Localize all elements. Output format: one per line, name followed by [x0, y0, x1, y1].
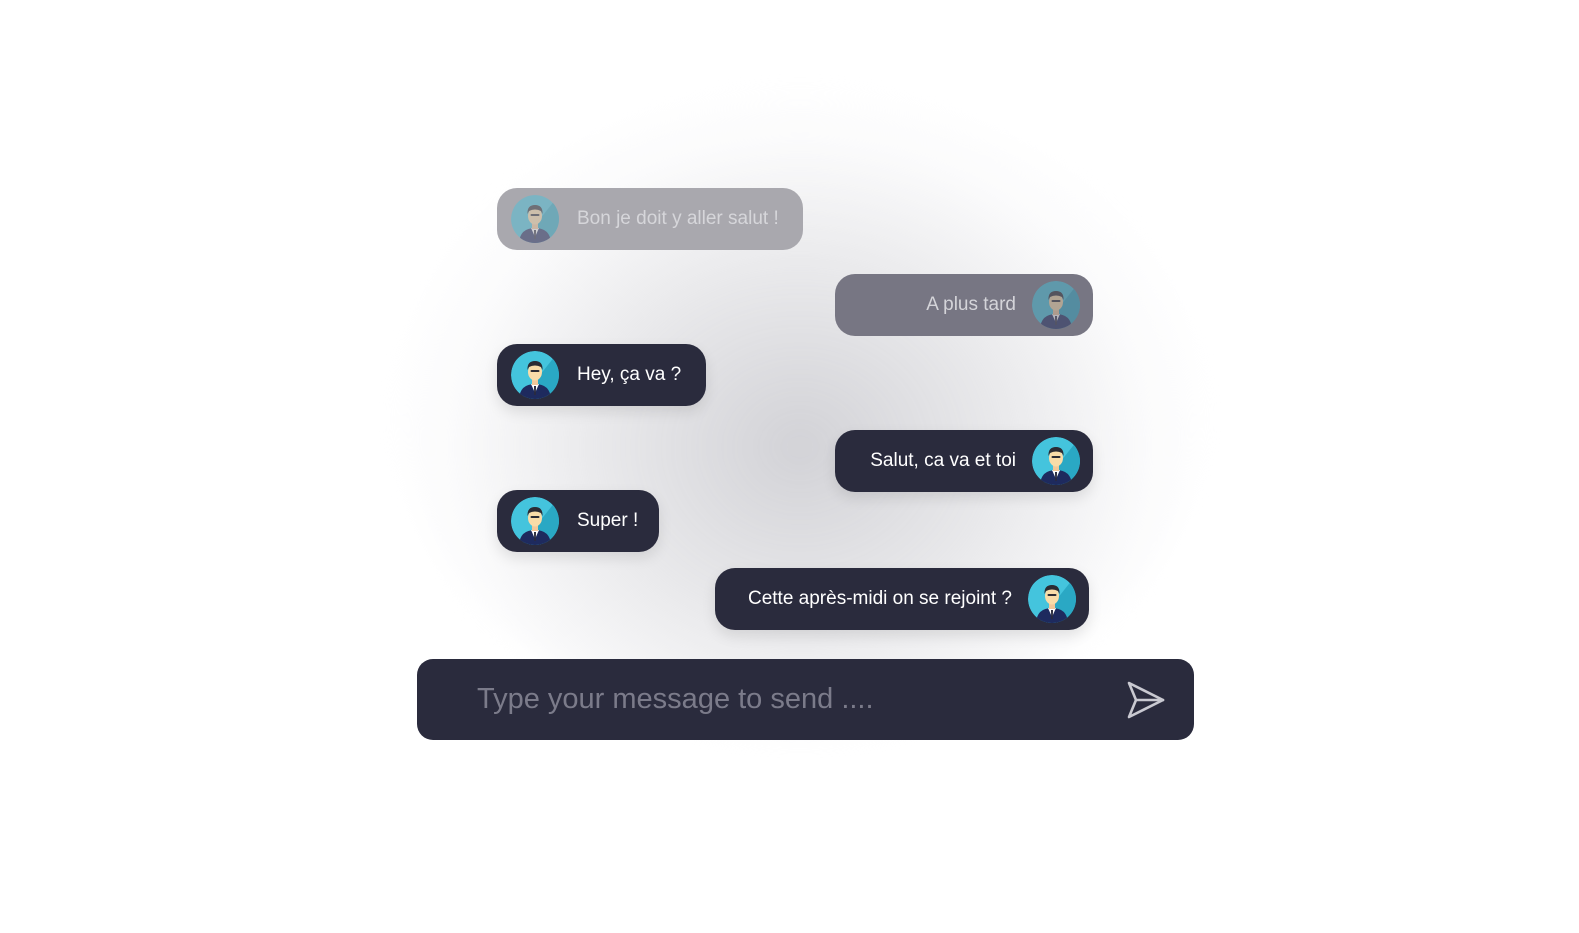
send-button[interactable]	[1116, 670, 1176, 730]
message-composer	[417, 659, 1194, 740]
message-bubble: Super !	[497, 490, 659, 552]
message-text: Hey, ça va ?	[577, 364, 682, 385]
message-text: Bon je doit y aller salut !	[577, 208, 779, 229]
chat-stage: Bon je doit y aller salut ! A plus tard …	[0, 0, 1579, 933]
message-bubble: Cette après-midi on se rejoint ?	[715, 568, 1089, 630]
message-bubble: Bon je doit y aller salut !	[497, 188, 803, 250]
message-text: Super !	[577, 510, 639, 531]
user-avatar-icon	[511, 351, 559, 399]
message-input[interactable]	[417, 659, 1116, 740]
user-avatar-icon	[1032, 437, 1080, 485]
send-icon	[1125, 679, 1167, 721]
message-text: Salut, ca va et toi	[870, 450, 1016, 471]
message-bubble: Salut, ca va et toi	[835, 430, 1093, 492]
user-avatar-icon	[1028, 575, 1076, 623]
user-avatar-icon	[1032, 281, 1080, 329]
user-avatar-icon	[511, 195, 559, 243]
user-avatar-icon	[511, 497, 559, 545]
message-bubble: Hey, ça va ?	[497, 344, 706, 406]
message-bubble: A plus tard	[835, 274, 1093, 336]
message-text: A plus tard	[926, 294, 1016, 315]
message-text: Cette après-midi on se rejoint ?	[747, 588, 1012, 609]
